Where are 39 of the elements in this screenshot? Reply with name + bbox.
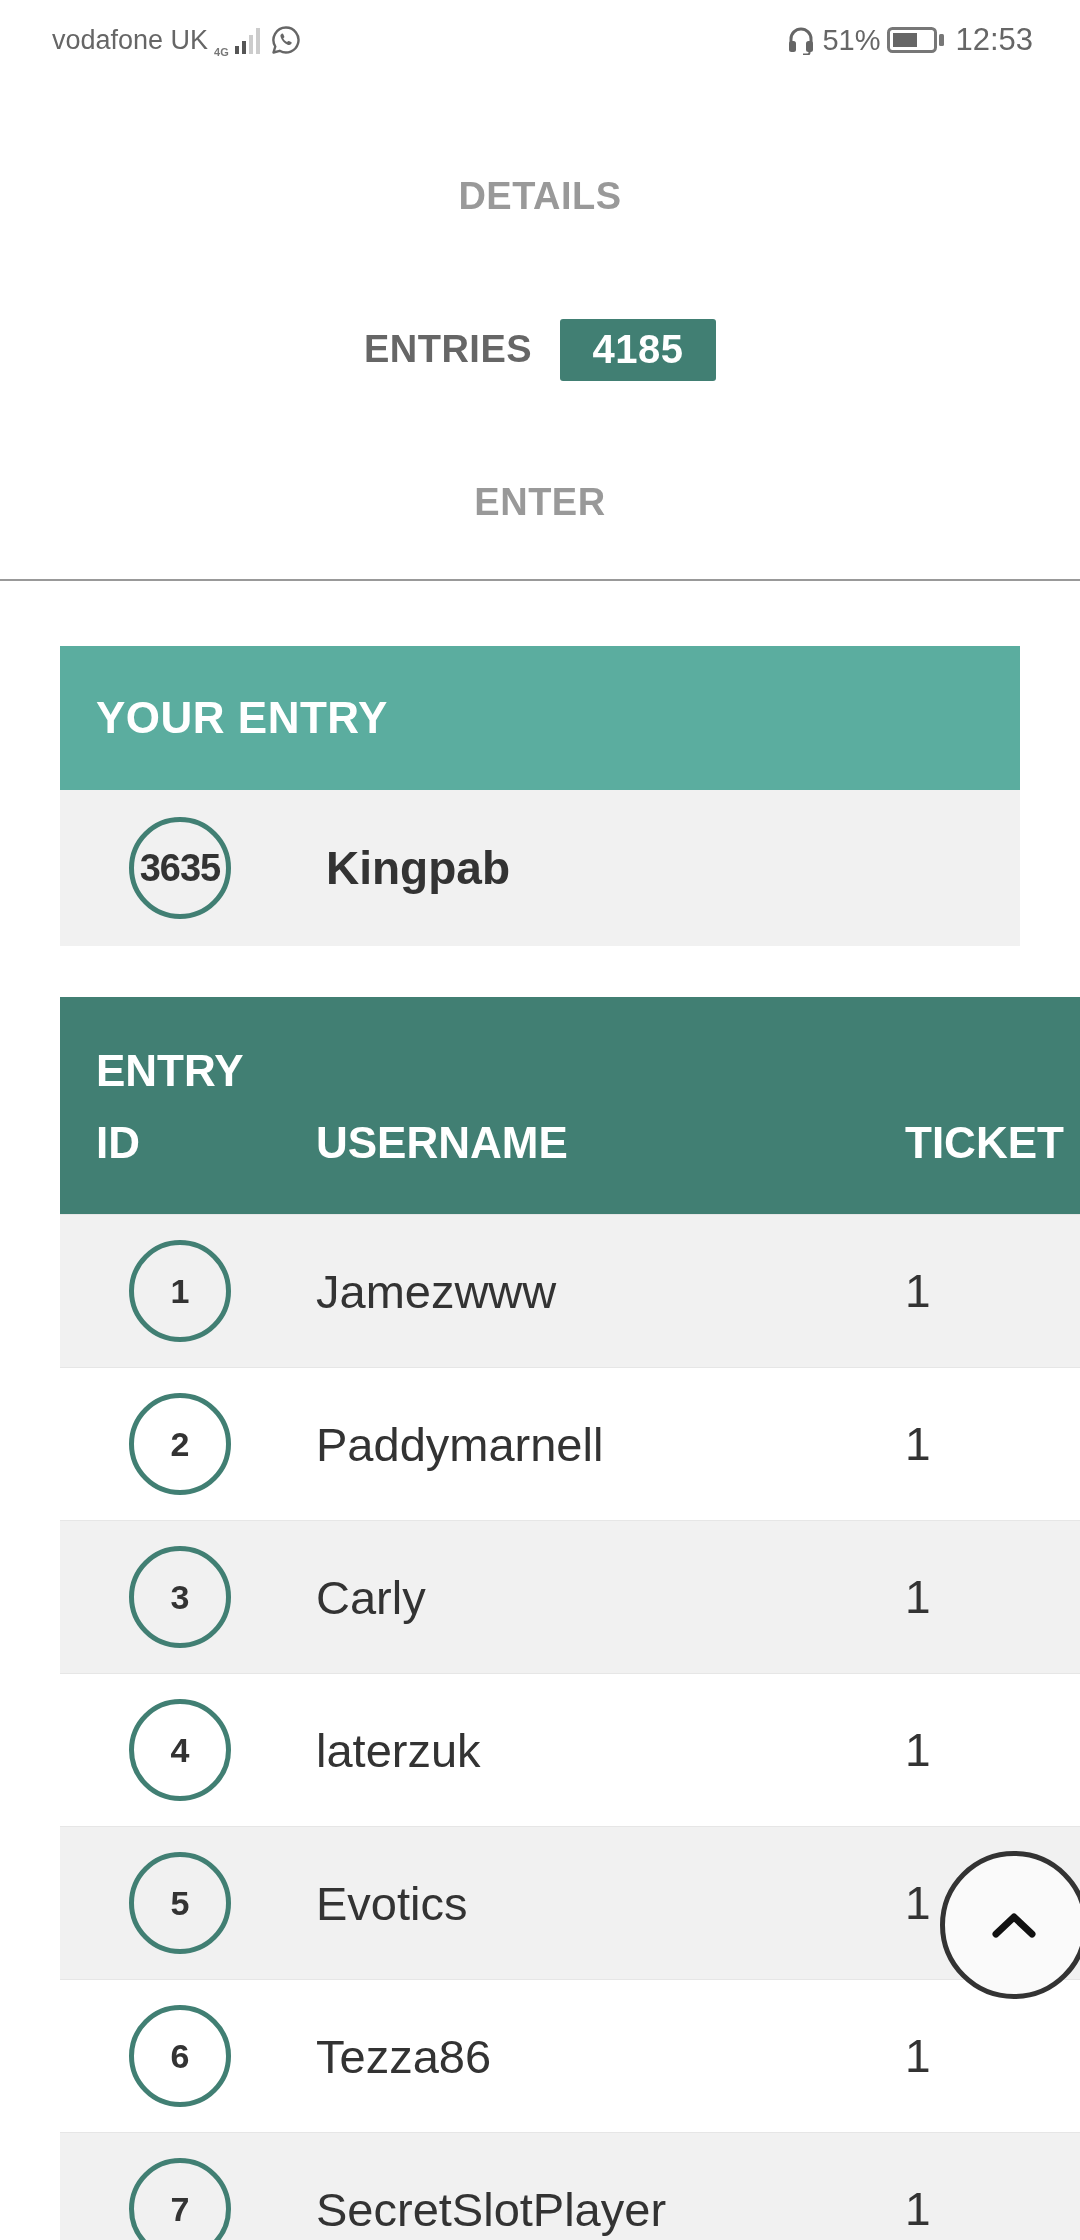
username: Kingpab bbox=[326, 841, 510, 895]
entry-number-badge: 1 bbox=[129, 1240, 231, 1342]
battery-percentage: 51% bbox=[822, 23, 881, 57]
ticket-count-cell: 1 bbox=[905, 2029, 931, 2083]
username-cell: Paddymarnell bbox=[316, 1416, 604, 1472]
username-cell: Jamezwww bbox=[316, 1263, 557, 1319]
card-title: YOUR ENTRY bbox=[96, 693, 388, 743]
column-header: TICKET bbox=[905, 1117, 1064, 1169]
ticket-count-cell: 1 bbox=[905, 1417, 931, 1471]
entry-number-badge: 5 bbox=[129, 1852, 231, 1954]
entry-number-badge: 6 bbox=[129, 2005, 231, 2107]
username-cell: SecretSlotPlayer bbox=[316, 2181, 667, 2237]
tab[interactable]: DETAILS bbox=[458, 167, 622, 226]
column-header: USERNAME bbox=[316, 1117, 568, 1169]
headset-icon bbox=[787, 25, 816, 55]
ticket-count-cell: 1 bbox=[905, 1264, 931, 1318]
tab[interactable]: ENTRIES 4185 bbox=[363, 310, 717, 389]
chevron-up-icon bbox=[992, 1912, 1036, 1938]
battery-icon bbox=[887, 27, 945, 53]
network-type: 4G bbox=[214, 46, 229, 58]
entry-number-badge: 4 bbox=[129, 1699, 231, 1801]
ticket-count-cell: 1 bbox=[905, 1570, 931, 1624]
username-cell: Carly bbox=[316, 1569, 426, 1625]
username-cell: Tezza86 bbox=[316, 2028, 492, 2084]
username-cell: Evotics bbox=[316, 1875, 468, 1931]
clock-time: 12:53 bbox=[955, 22, 1033, 58]
entry-number-badge: 3635 bbox=[129, 817, 231, 919]
chat-bubble-icon bbox=[270, 25, 301, 55]
carrier-name: vodafone UK bbox=[52, 24, 209, 56]
ticket-count-cell: 1 bbox=[905, 2182, 931, 2236]
tab[interactable]: ENTER bbox=[474, 473, 606, 532]
entry-number-badge: 2 bbox=[129, 1393, 231, 1495]
entry-number-badge: 7 bbox=[129, 2158, 231, 2240]
username-cell: laterzuk bbox=[316, 1722, 481, 1778]
entry-number-badge: 3 bbox=[129, 1546, 231, 1648]
column-header: ENTRY ID bbox=[96, 1045, 243, 1169]
ticket-count-cell: 1 bbox=[905, 1876, 931, 1930]
ticket-count-cell: 1 bbox=[905, 1723, 931, 1777]
entry-count-badge: 4185 bbox=[560, 318, 717, 381]
